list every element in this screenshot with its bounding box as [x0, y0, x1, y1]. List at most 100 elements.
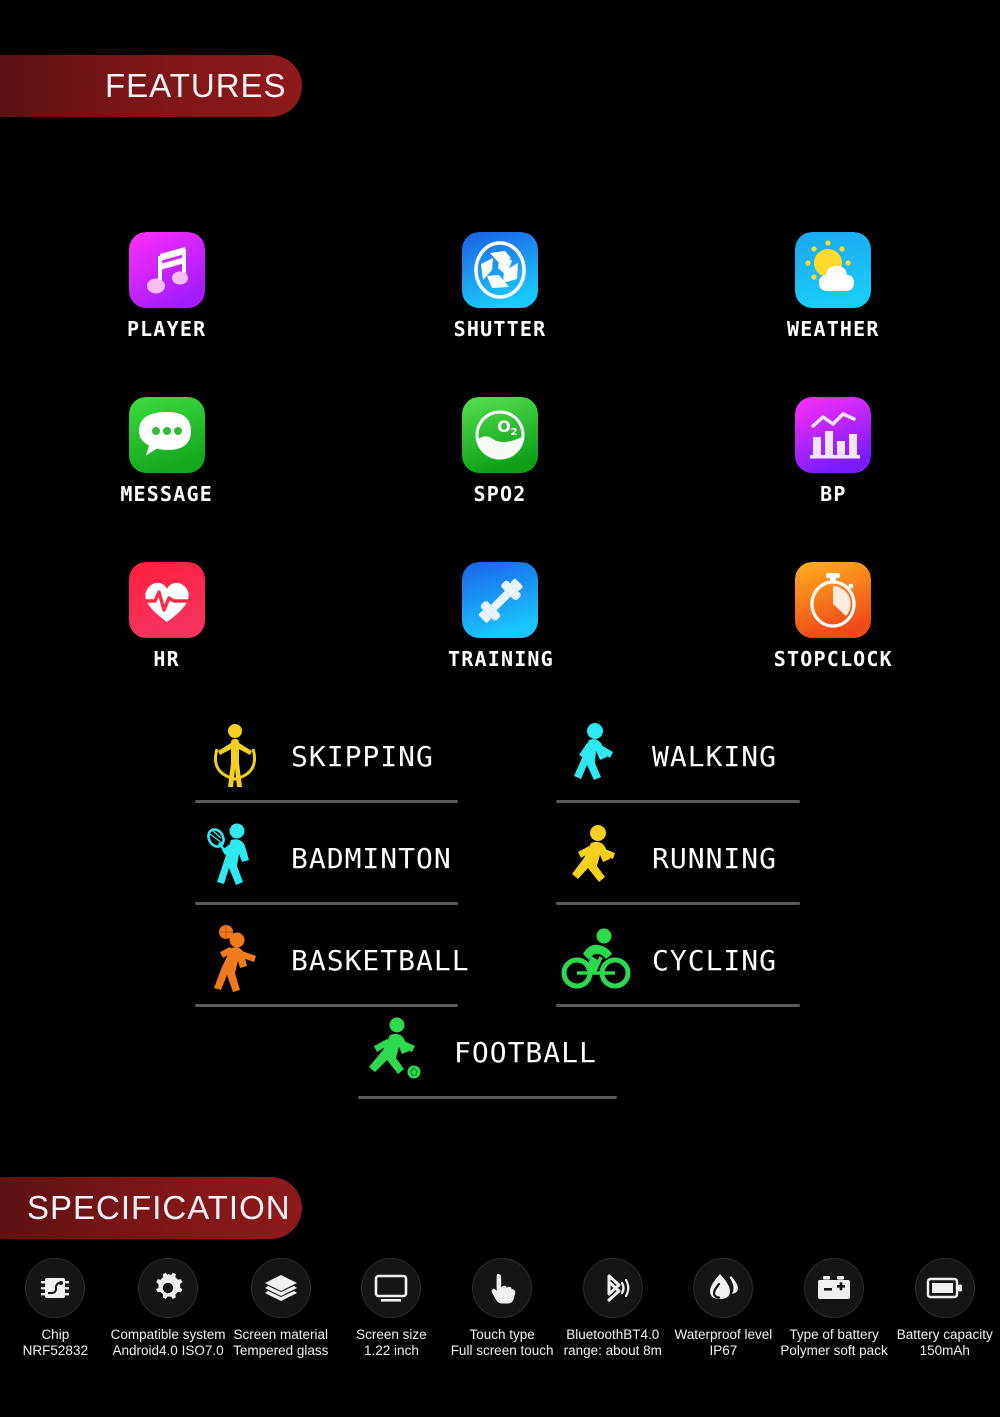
- player-app-icon[interactable]: [128, 232, 205, 308]
- spec-item-waterproof: Waterproof level IP67: [668, 1258, 779, 1358]
- sport-divider: [195, 800, 458, 803]
- app-label-spo2: SPO2: [473, 482, 527, 506]
- app-label-weather: WEATHER: [786, 317, 880, 341]
- app-cell-hr[interactable]: HR: [0, 562, 333, 727]
- sport-item-basketball[interactable]: BASKETBALL: [195, 916, 469, 1007]
- spec-label-line1: BluetoothBT4.0: [566, 1327, 660, 1342]
- monitor-icon: [361, 1258, 422, 1318]
- app-label-shutter: SHUTTER: [453, 317, 547, 341]
- app-label-bp: BP: [820, 482, 847, 506]
- poster-root: FEATURES PLAYER SHUTTER WEATHER MESSAGE …: [0, 0, 1000, 1417]
- sport-item-skipping[interactable]: SKIPPING: [195, 712, 458, 803]
- sport-item-football[interactable]: FOOTBALL: [358, 1008, 617, 1099]
- app-label-hr: HR: [153, 647, 180, 671]
- spec-label-line2: Android4.0 ISO7.0: [112, 1343, 224, 1358]
- app-cell-spo2[interactable]: O 2 SPO2: [333, 397, 666, 562]
- battery-full-icon: [914, 1258, 975, 1318]
- weather-app-icon[interactable]: [795, 232, 872, 308]
- spec-item-compatible-system: Compatible system Android4.0 ISO7.0: [110, 1258, 226, 1358]
- sport-divider: [195, 902, 458, 905]
- app-cell-training[interactable]: TRAINING: [333, 562, 666, 727]
- spec-item-battery-capacity: Battery capacity 150mAh: [889, 1258, 1000, 1358]
- spec-item-bluetooth: BluetoothBT4.0 range: about 8m: [557, 1258, 668, 1358]
- gear-icon: [138, 1258, 199, 1318]
- spec-label-line1: Battery capacity: [896, 1327, 993, 1342]
- walking-figure-icon: [556, 716, 636, 796]
- badminton-figure-icon: [195, 818, 275, 898]
- app-row-1: PLAYER SHUTTER WEATHER: [0, 232, 1000, 397]
- specification-banner-label: SPECIFICATION: [27, 1189, 291, 1226]
- app-cell-shutter[interactable]: SHUTTER: [333, 232, 666, 397]
- spo2-app-icon[interactable]: O 2: [461, 397, 538, 473]
- app-cell-stopclock[interactable]: STOPCLOCK: [667, 562, 1000, 727]
- svg-text:O: O: [497, 417, 511, 436]
- chip-icon: [25, 1258, 86, 1318]
- features-banner: FEATURES: [0, 55, 302, 117]
- specification-strip: Chip NRF52832 Compatible system Android4…: [0, 1258, 1000, 1358]
- training-app-icon[interactable]: [461, 562, 538, 638]
- sport-item-running[interactable]: RUNNING: [556, 814, 800, 905]
- specification-banner: SPECIFICATION: [0, 1177, 302, 1239]
- running-figure-icon: [556, 818, 636, 898]
- app-row-3: HR TRAINING STOPCLOCK: [0, 562, 1000, 727]
- spec-label-line1: Compatible system: [110, 1327, 226, 1342]
- basketball-figure-icon: [195, 920, 275, 1000]
- sport-label-cycling: CYCLING: [652, 943, 778, 977]
- svg-text:2: 2: [511, 427, 518, 438]
- skipping-rope-figure-icon: [195, 716, 275, 796]
- spec-item-screen-size: Screen size 1.22 inch: [336, 1258, 447, 1358]
- app-label-player: PLAYER: [126, 317, 207, 341]
- sport-item-badminton[interactable]: BADMINTON: [195, 814, 458, 905]
- spec-label-line2: NRF52832: [22, 1343, 88, 1358]
- app-icon-grid: PLAYER SHUTTER WEATHER MESSAGE O 2 SPO2 …: [0, 232, 1000, 727]
- hand-touch-icon: [472, 1258, 533, 1318]
- spec-label-line2: Tempered glass: [233, 1343, 329, 1358]
- sport-divider: [556, 902, 800, 905]
- spec-item-screen-material: Screen material Tempered glass: [225, 1258, 336, 1358]
- app-cell-player[interactable]: PLAYER: [0, 232, 333, 397]
- sport-label-badminton: BADMINTON: [291, 841, 452, 875]
- sport-divider: [358, 1096, 617, 1099]
- water-drop-icon: [693, 1258, 754, 1318]
- spec-label-line2: Polymer soft pack: [780, 1343, 888, 1358]
- features-banner-label: FEATURES: [105, 67, 287, 104]
- bluetooth-icon: [582, 1258, 643, 1318]
- app-label-stopclock: STOPCLOCK: [773, 647, 893, 671]
- sport-label-walking: WALKING: [652, 739, 778, 773]
- football-figure-icon: [358, 1012, 438, 1092]
- sport-label-running: RUNNING: [652, 841, 778, 875]
- spec-label-line1: Touch type: [469, 1327, 535, 1342]
- spec-label-line2: 150mAh: [919, 1343, 970, 1358]
- sport-divider: [556, 800, 800, 803]
- app-label-training: TRAINING: [447, 647, 552, 671]
- app-cell-message[interactable]: MESSAGE: [0, 397, 333, 562]
- app-label-message: MESSAGE: [120, 482, 213, 506]
- sport-divider: [195, 1004, 458, 1007]
- spec-label-line2: IP67: [709, 1343, 738, 1358]
- sport-label-football: FOOTBALL: [454, 1035, 597, 1069]
- layers-icon: [250, 1258, 311, 1318]
- spec-label-line1: Waterproof level: [674, 1327, 773, 1342]
- spec-item-battery-type: Type of battery Polymer soft pack: [779, 1258, 890, 1358]
- spec-label-line2: Full screen touch: [450, 1343, 554, 1358]
- app-row-2: MESSAGE O 2 SPO2 BP: [0, 397, 1000, 562]
- message-app-icon[interactable]: [128, 397, 205, 473]
- app-cell-bp[interactable]: BP: [667, 397, 1000, 562]
- sport-item-walking[interactable]: WALKING: [556, 712, 800, 803]
- bp-app-icon[interactable]: [795, 397, 872, 473]
- sport-divider: [556, 1004, 800, 1007]
- spec-label-line1: Chip: [41, 1327, 70, 1342]
- stopclock-app-icon[interactable]: [795, 562, 872, 638]
- hr-app-icon[interactable]: [128, 562, 205, 638]
- sport-item-cycling[interactable]: CYCLING: [556, 916, 800, 1007]
- spec-label-line2: range: about 8m: [563, 1343, 662, 1358]
- battery-cell-icon: [804, 1258, 865, 1318]
- spec-label-line1: Screen material: [233, 1327, 329, 1342]
- sport-label-skipping: SKIPPING: [291, 739, 434, 773]
- spec-label-line1: Screen size: [356, 1327, 427, 1342]
- spec-label-line2: 1.22 inch: [364, 1343, 419, 1358]
- spec-label-line1: Type of battery: [789, 1327, 879, 1342]
- cycling-figure-icon: [556, 920, 636, 1000]
- shutter-app-icon[interactable]: [461, 232, 538, 308]
- app-cell-weather[interactable]: WEATHER: [667, 232, 1000, 397]
